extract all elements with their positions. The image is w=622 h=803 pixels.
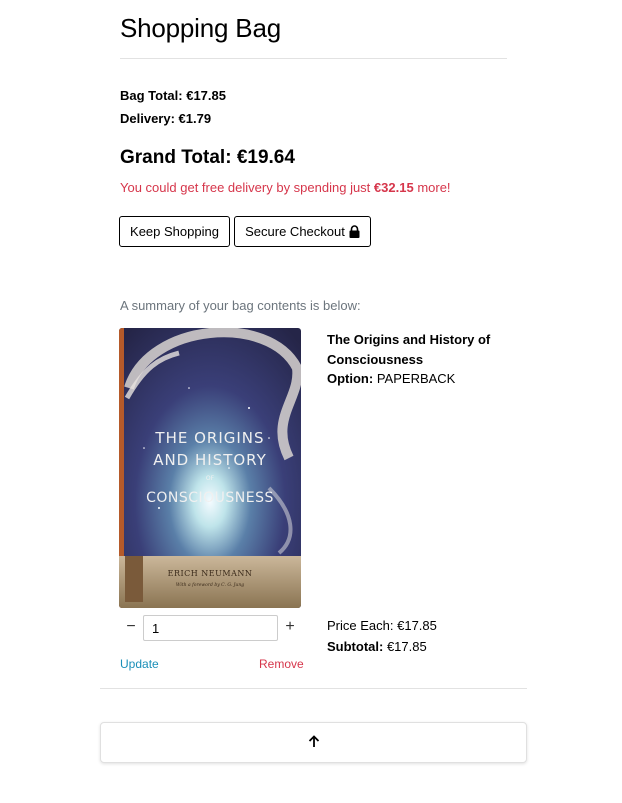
page-title: Shopping Bag bbox=[120, 13, 281, 43]
content-divider bbox=[100, 688, 527, 689]
summary-note: A summary of your bag contents is below: bbox=[120, 298, 361, 313]
lock-icon bbox=[349, 225, 360, 238]
delivery-cost: Delivery: €1.79 bbox=[120, 111, 211, 126]
back-to-top-button[interactable] bbox=[100, 722, 527, 763]
keep-shopping-button[interactable]: Keep Shopping bbox=[119, 216, 230, 247]
cover-author: ERICH NEUMANN bbox=[168, 569, 253, 578]
item-option-value: PAPERBACK bbox=[376, 371, 456, 386]
subtotal-label: Subtotal: bbox=[327, 639, 384, 654]
price-each: Price Each: €17.85 bbox=[327, 618, 437, 633]
delivery-label: Delivery: bbox=[120, 111, 175, 126]
secure-checkout-button[interactable]: Secure Checkout bbox=[234, 216, 371, 247]
decrease-quantity-button[interactable]: − bbox=[124, 618, 138, 638]
cover-title-line-1: THE ORIGINS bbox=[154, 429, 264, 447]
free-delivery-message: You could get free delivery by spending … bbox=[120, 180, 451, 195]
keep-shopping-label: Keep Shopping bbox=[130, 224, 219, 239]
remove-link[interactable]: Remove bbox=[259, 657, 304, 671]
update-link[interactable]: Update bbox=[120, 657, 159, 671]
cover-title-line-4: CONSCIOUSNESS bbox=[146, 490, 274, 506]
free-delivery-suffix: more! bbox=[417, 180, 451, 195]
price-each-label: Price Each: bbox=[327, 618, 394, 633]
arrow-up-icon bbox=[308, 734, 320, 751]
secure-checkout-label: Secure Checkout bbox=[245, 224, 345, 239]
cover-foreword: With a foreword by C. G. Jung bbox=[176, 582, 244, 588]
delivery-value: €1.79 bbox=[178, 111, 212, 126]
item-title[interactable]: The Origins and History of Consciousness bbox=[327, 330, 507, 370]
free-delivery-amount: €32.15 bbox=[373, 180, 414, 195]
item-option: Option: PAPERBACK bbox=[327, 371, 455, 386]
grand-total-label: Grand Total: bbox=[120, 147, 232, 168]
cover-title-line-3: OF bbox=[206, 475, 215, 482]
subtotal-value: €17.85 bbox=[386, 639, 427, 654]
quantity-input[interactable] bbox=[143, 615, 278, 641]
grand-total-value: €19.64 bbox=[236, 147, 295, 168]
title-divider bbox=[120, 58, 507, 59]
item-subtotal: Subtotal: €17.85 bbox=[327, 639, 427, 654]
book-cover-image[interactable]: THE ORIGINS AND HISTORY OF CONSCIOUSNESS… bbox=[119, 328, 301, 608]
minus-icon: − bbox=[126, 618, 136, 635]
plus-icon: + bbox=[285, 618, 295, 635]
grand-total: Grand Total: €19.64 bbox=[120, 147, 295, 169]
increase-quantity-button[interactable]: + bbox=[283, 618, 297, 638]
bag-total: Bag Total: €17.85 bbox=[120, 88, 226, 103]
bag-total-label: Bag Total: bbox=[120, 88, 183, 103]
cover-title-line-2: AND HISTORY bbox=[153, 451, 267, 469]
bag-total-value: €17.85 bbox=[186, 88, 226, 103]
free-delivery-prefix: You could get free delivery by spending … bbox=[120, 180, 371, 195]
item-option-label: Option: bbox=[327, 371, 374, 386]
price-each-value: €17.85 bbox=[397, 618, 437, 633]
